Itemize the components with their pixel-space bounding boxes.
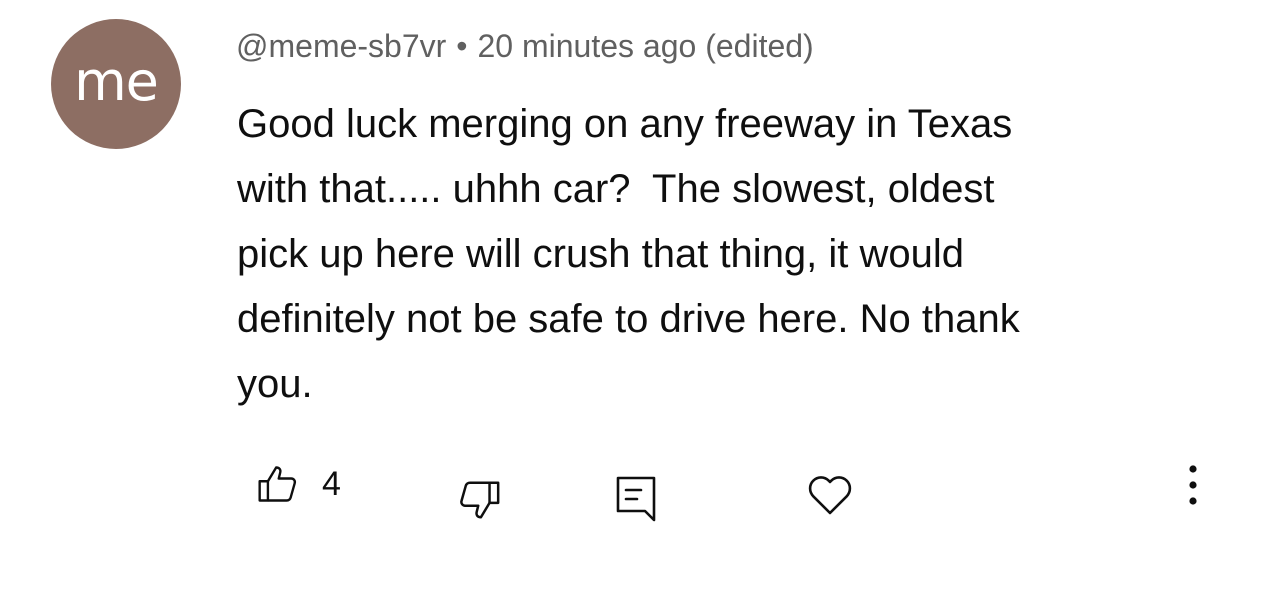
- comment-body-line: pick up here will crush that thing, it w…: [237, 232, 965, 276]
- heart-button[interactable]: [806, 470, 854, 520]
- comment-body-line: definitely not be safe to drive here. No…: [237, 297, 1020, 341]
- more-options-button[interactable]: [1178, 462, 1208, 508]
- thumbs-up-icon: [258, 466, 297, 502]
- dislike-button[interactable]: [456, 476, 502, 524]
- author-name[interactable]: @meme-sb7vr: [236, 28, 446, 64]
- comment-timestamp[interactable]: 20 minutes ago: [478, 28, 697, 64]
- like-button[interactable]: 4: [256, 462, 341, 506]
- comment-body-line: you.: [237, 362, 313, 406]
- comment-thread: me @meme-sb7vr • 20 minutes ago (edited) G…: [0, 0, 1274, 600]
- avatar[interactable]: me: [51, 19, 181, 149]
- reply-comment-icon: [616, 476, 656, 522]
- comment-body-line: with that..... uhhh car? The slowest, ol…: [237, 167, 995, 211]
- thumbs-down-icon: [460, 481, 500, 519]
- edited-label: (edited): [705, 28, 814, 64]
- comment-body-line: Good luck merging on any freeway in Texa…: [237, 102, 1013, 146]
- like-count: 4: [322, 464, 341, 503]
- reply-button[interactable]: [614, 474, 658, 524]
- avatar-initials: me: [74, 50, 159, 113]
- comment-header: @meme-sb7vr • 20 minutes ago (edited): [236, 24, 814, 68]
- more-vertical-icon: [1189, 465, 1197, 505]
- comment-body: Good luck merging on any freeway in Texa…: [237, 92, 1237, 417]
- header-separator: •: [456, 28, 468, 64]
- heart-icon: [808, 476, 852, 515]
